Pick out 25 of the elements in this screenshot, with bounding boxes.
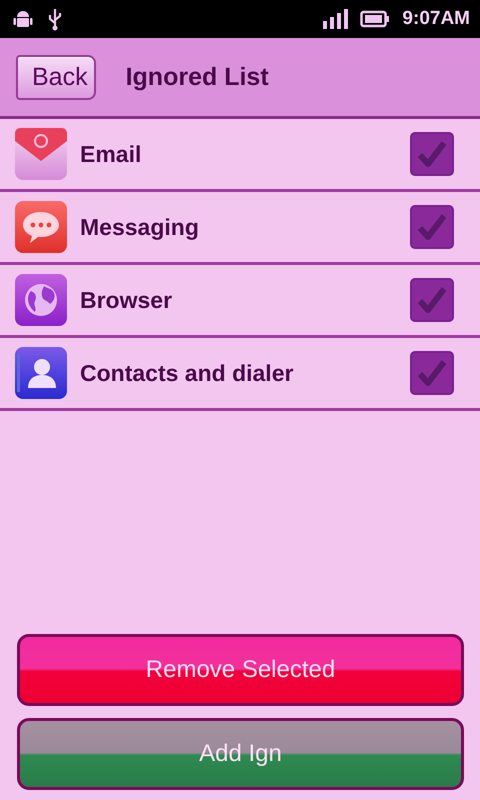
signal-icon (322, 8, 348, 30)
usb-icon (46, 7, 64, 31)
check-icon (417, 213, 447, 241)
check-icon (417, 140, 447, 168)
app-name: Browser (80, 286, 174, 314)
checkbox[interactable] (410, 278, 454, 322)
app-name: Messaging (80, 214, 200, 240)
app-name: Email (80, 140, 142, 168)
checkbox[interactable] (410, 205, 454, 249)
android-icon (12, 8, 34, 30)
app-name: Contacts and dialer (80, 360, 294, 386)
person-icon (14, 346, 68, 400)
checkbox[interactable] (410, 351, 454, 395)
speech-bubble-icon (14, 200, 68, 254)
check-icon (417, 286, 447, 314)
globe-icon (14, 273, 68, 327)
back-button[interactable]: Back (16, 54, 96, 100)
add-button[interactable]: Add Ign (17, 718, 464, 790)
screen-title: Ignored List (126, 62, 269, 92)
envelope-icon (14, 127, 68, 181)
checkbox[interactable] (410, 132, 454, 176)
battery-icon (360, 10, 390, 28)
status-time: 9:07AM (402, 8, 470, 30)
remove-button[interactable]: Remove Selected (17, 634, 464, 706)
check-icon (417, 359, 447, 387)
